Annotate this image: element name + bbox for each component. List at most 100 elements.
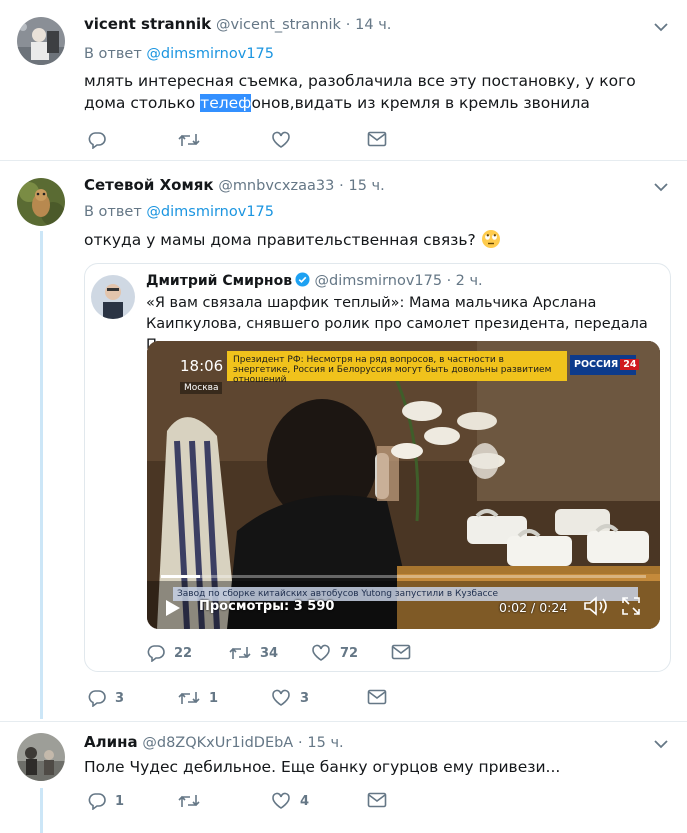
retweet-icon bbox=[178, 795, 200, 807]
reply-count: 22 bbox=[174, 645, 193, 661]
author-name[interactable]: Сетевой Хомяк bbox=[84, 176, 214, 194]
heart-icon bbox=[272, 792, 290, 809]
avatar[interactable] bbox=[17, 178, 65, 226]
separator-dot: · bbox=[298, 735, 303, 751]
channel-logo: РОССИЯ 24 bbox=[570, 355, 640, 375]
dm-button[interactable] bbox=[367, 792, 387, 808]
reply-context: В ответ @dimsmirnov175 bbox=[84, 44, 274, 64]
reply-icon bbox=[88, 132, 106, 149]
author-handle[interactable]: @d8ZQKxUr1idDEbA bbox=[142, 735, 293, 751]
like-button[interactable]: 3 bbox=[271, 689, 309, 707]
reply-icon bbox=[147, 645, 165, 662]
selected-text: телеф bbox=[200, 94, 252, 112]
avatar[interactable] bbox=[17, 17, 65, 65]
fullscreen-icon bbox=[622, 597, 640, 615]
chevron-down-icon[interactable] bbox=[654, 739, 668, 749]
retweet-icon bbox=[229, 647, 251, 659]
volume-button[interactable] bbox=[583, 595, 609, 621]
tweet-header: Сетевой Хомяк @mnbvcxzaa33 · 15 ч. bbox=[84, 175, 385, 196]
dm-button[interactable] bbox=[367, 131, 387, 147]
face-with-rolling-eyes-icon bbox=[481, 230, 500, 248]
reply-mention-link[interactable]: @dimsmirnov175 bbox=[146, 204, 274, 220]
thread-line bbox=[40, 788, 43, 833]
reply-button[interactable]: 3 bbox=[88, 689, 124, 707]
tweet-text: откуда у мамы дома правительственная свя… bbox=[84, 229, 644, 251]
author-name[interactable]: Дмитрий Смирнов bbox=[146, 273, 292, 289]
separator-dot: · bbox=[345, 17, 351, 33]
video-player[interactable]: 18:06 Москва Президент РФ: Несмотря на р… bbox=[147, 341, 660, 629]
retweet-icon bbox=[178, 134, 200, 146]
dm-button[interactable] bbox=[367, 689, 387, 705]
retweet-icon bbox=[178, 692, 200, 704]
reply-prefix: В ответ bbox=[84, 46, 142, 62]
video-progress-fill bbox=[161, 575, 200, 578]
like-count: 4 bbox=[300, 793, 310, 809]
retweet-button[interactable] bbox=[178, 792, 209, 810]
reply-button[interactable]: 1 bbox=[88, 792, 124, 810]
reply-icon bbox=[88, 793, 106, 810]
tweet-2: Сетевой Хомяк @mnbvcxzaa33 · 15 ч. В отв… bbox=[0, 161, 687, 721]
like-count: 3 bbox=[300, 690, 310, 706]
dm-button[interactable] bbox=[391, 644, 411, 660]
author-name[interactable]: Алина bbox=[84, 733, 138, 751]
tweet-header: Алина @d8ZQKxUr1idDEbA · 15 ч. bbox=[84, 732, 344, 753]
news-banner: Президент РФ: Несмотря на ряд вопросов, … bbox=[227, 351, 567, 385]
tweet-text-part: онов,видать из кремля в кремль звонила bbox=[251, 94, 590, 112]
video-progress-bar[interactable] bbox=[161, 575, 646, 578]
reply-context: В ответ @dimsmirnov175 bbox=[84, 202, 274, 222]
author-handle[interactable]: @mnbvcxzaa33 bbox=[218, 178, 334, 194]
envelope-icon bbox=[391, 644, 411, 660]
chevron-down-icon[interactable] bbox=[654, 22, 668, 32]
timestamp[interactable]: 14 ч. bbox=[355, 17, 391, 33]
video-location: Москва bbox=[180, 382, 223, 394]
thread-line bbox=[40, 231, 43, 719]
video-frame bbox=[147, 341, 660, 629]
video-clock: 18:06 bbox=[180, 357, 224, 375]
author-handle[interactable]: @dimsmirnov175 bbox=[315, 273, 443, 289]
heart-icon bbox=[272, 689, 290, 706]
author-name[interactable]: vicent strannik bbox=[84, 15, 211, 33]
tweet-actions bbox=[88, 131, 388, 151]
quoted-tweet[interactable]: Дмитрий Смирнов @dimsmirnov175 · 2 ч. «Я… bbox=[84, 263, 671, 672]
retweet-button[interactable] bbox=[178, 131, 209, 149]
timestamp[interactable]: 15 ч. bbox=[348, 178, 384, 194]
timestamp[interactable]: 2 ч. bbox=[456, 273, 483, 289]
author-handle[interactable]: @vicent_strannik bbox=[216, 17, 341, 33]
like-button[interactable] bbox=[271, 131, 300, 149]
reply-button[interactable]: 22 bbox=[147, 644, 192, 662]
tweet-3: Алина @d8ZQKxUr1idDEbA · 15 ч. Поле Чуде… bbox=[0, 722, 687, 833]
envelope-icon bbox=[367, 131, 387, 147]
video-duration: 0:02 / 0:24 bbox=[499, 600, 568, 615]
fullscreen-button[interactable] bbox=[622, 597, 640, 619]
play-icon bbox=[166, 600, 180, 616]
retweet-count: 1 bbox=[209, 690, 219, 706]
reply-button[interactable] bbox=[88, 131, 115, 149]
like-button[interactable]: 72 bbox=[311, 644, 358, 662]
reply-icon bbox=[88, 690, 106, 707]
video-controls: Просмотры: 3 590 0:02 / 0:24 bbox=[147, 587, 660, 629]
timestamp[interactable]: 15 ч. bbox=[307, 735, 343, 751]
tweet-1: vicent strannik @vicent_strannik · 14 ч.… bbox=[0, 0, 687, 160]
tweet-actions: 1 4 bbox=[88, 792, 388, 812]
channel-name: РОССИЯ bbox=[574, 359, 619, 370]
separator-dot: · bbox=[339, 178, 344, 194]
like-button[interactable]: 4 bbox=[271, 792, 309, 810]
tweet-actions: 3 1 3 bbox=[88, 689, 388, 709]
chevron-down-icon[interactable] bbox=[654, 182, 668, 192]
reply-count: 3 bbox=[115, 690, 125, 706]
reply-mention-link[interactable]: @dimsmirnov175 bbox=[146, 46, 274, 62]
view-count: Просмотры: 3 590 bbox=[199, 599, 335, 614]
retweet-button[interactable]: 34 bbox=[229, 644, 278, 662]
like-count: 72 bbox=[340, 645, 359, 661]
tweet-text: млять интересная съемка, разоблачила все… bbox=[84, 70, 644, 114]
tweet-header: vicent strannik @vicent_strannik · 14 ч. bbox=[84, 14, 391, 35]
avatar[interactable] bbox=[91, 275, 135, 319]
retweet-button[interactable]: 1 bbox=[178, 689, 218, 707]
reply-prefix: В ответ bbox=[84, 204, 142, 220]
avatar[interactable] bbox=[17, 733, 65, 781]
reply-count: 1 bbox=[115, 793, 125, 809]
volume-icon bbox=[584, 596, 607, 616]
quoted-header: Дмитрий Смирнов @dimsmirnov175 · 2 ч. bbox=[146, 271, 483, 291]
separator-dot: · bbox=[446, 273, 452, 289]
play-button[interactable] bbox=[165, 599, 181, 621]
